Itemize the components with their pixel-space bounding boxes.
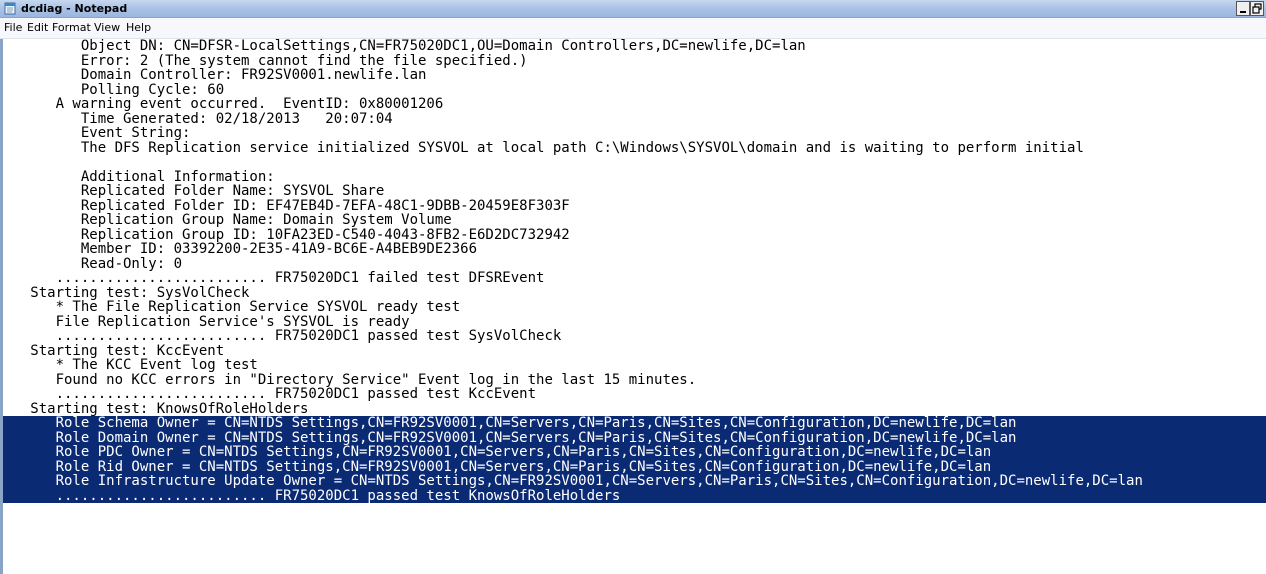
text-line: Object DN: CN=DFSR-LocalSettings,CN=FR75… bbox=[5, 39, 806, 54]
minimize-icon bbox=[1240, 11, 1246, 13]
selected-text-line: Role Domain Owner = CN=NTDS Settings,CN=… bbox=[3, 430, 1266, 445]
menu-bar: File Edit Format View Help bbox=[0, 18, 1266, 39]
text-line: Time Generated: 02/18/2013 20:07:04 bbox=[5, 110, 393, 127]
text-line: * The KCC Event log test bbox=[5, 357, 258, 373]
text-line: A warning event occurred. EventID: 0x800… bbox=[5, 96, 444, 112]
text-line: Error: 2 (The system cannot find the fil… bbox=[5, 52, 528, 69]
menu-help[interactable]: Help bbox=[126, 21, 151, 34]
notepad-icon bbox=[4, 2, 16, 15]
text-line: Additional Information: bbox=[5, 168, 275, 185]
text-line: ......................... FR75020DC1 pas… bbox=[5, 386, 537, 402]
text-line bbox=[3, 155, 1266, 170]
text-line: Starting test: KnowsOfRoleHolders bbox=[5, 400, 309, 417]
restore-button[interactable] bbox=[1250, 1, 1264, 16]
title-bar[interactable]: dcdiag - Notepad bbox=[0, 0, 1266, 18]
text-line: Replication Group Name: Domain System Vo… bbox=[5, 212, 452, 228]
text-line: ......................... FR75020DC1 fai… bbox=[5, 270, 545, 286]
selected-text-line: Role PDC Owner = CN=NTDS Settings,CN=FR9… bbox=[3, 445, 1266, 460]
text-line: The DFS Replication service initialized … bbox=[5, 139, 1084, 156]
document-text[interactable]: Object DN: CN=DFSR-LocalSettings,CN=FR75… bbox=[3, 39, 1266, 503]
minimize-button[interactable] bbox=[1236, 1, 1250, 16]
text-line: ......................... FR75020DC1 pas… bbox=[5, 328, 562, 344]
selected-text-line: ......................... FR75020DC1 pas… bbox=[3, 488, 1266, 503]
text-line: Replication Group ID: 10FA23ED-C540-4043… bbox=[5, 226, 570, 243]
text-line: Domain Controller: FR92SV0001.newlife.la… bbox=[5, 67, 427, 83]
text-line: File Replication Service's SYSVOL is rea… bbox=[5, 313, 410, 330]
menu-file[interactable]: File bbox=[4, 21, 22, 34]
text-line: Starting test: SysVolCheck bbox=[5, 284, 250, 301]
text-line: Replicated Folder Name: SYSVOL Share bbox=[5, 183, 385, 199]
text-line: Event String: bbox=[5, 125, 191, 141]
text-line: Starting test: KccEvent bbox=[5, 342, 225, 359]
menu-view[interactable]: View bbox=[94, 21, 120, 34]
text-line: Found no KCC errors in "Directory Servic… bbox=[5, 371, 697, 388]
selected-text-line: Role Infrastructure Update Owner = CN=NT… bbox=[3, 474, 1266, 489]
text-line: * The File Replication Service SYSVOL re… bbox=[5, 299, 461, 315]
window-title: dcdiag - Notepad bbox=[21, 2, 128, 15]
text-editor[interactable]: Object DN: CN=DFSR-LocalSettings,CN=FR75… bbox=[0, 39, 1266, 574]
selected-text-line: Role Schema Owner = CN=NTDS Settings,CN=… bbox=[3, 416, 1266, 431]
menu-format[interactable]: Format bbox=[52, 21, 91, 34]
text-line: Replicated Folder ID: EF47EB4D-7EFA-48C1… bbox=[5, 197, 570, 214]
text-line: Polling Cycle: 60 bbox=[5, 81, 225, 98]
text-line: Read-Only: 0 bbox=[5, 255, 183, 272]
restore-icon bbox=[1252, 3, 1262, 14]
menu-edit[interactable]: Edit bbox=[27, 21, 48, 34]
selected-text-line: Role Rid Owner = CN=NTDS Settings,CN=FR9… bbox=[3, 459, 1266, 474]
text-line: Member ID: 03392200-2E35-41A9-BC6E-A4BEB… bbox=[5, 241, 478, 257]
